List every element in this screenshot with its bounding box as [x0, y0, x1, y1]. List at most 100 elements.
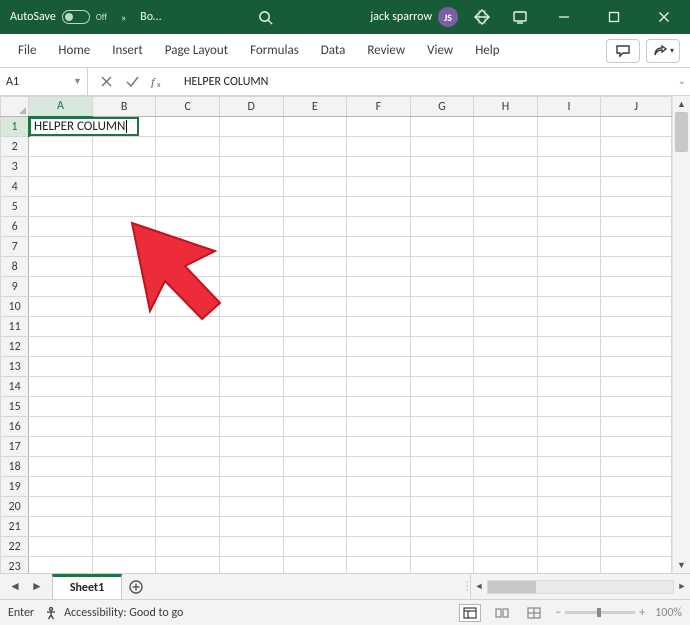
cell[interactable] [601, 517, 672, 537]
cell[interactable] [347, 257, 411, 277]
cell[interactable] [347, 217, 411, 237]
cell[interactable] [29, 377, 93, 397]
close-button[interactable] [644, 0, 684, 34]
cell[interactable] [537, 317, 601, 337]
cell[interactable] [410, 497, 474, 517]
cell[interactable] [283, 557, 347, 574]
cell[interactable] [410, 337, 474, 357]
cell[interactable] [474, 397, 538, 417]
cell[interactable] [29, 277, 93, 297]
cell[interactable] [601, 177, 672, 197]
cell[interactable] [601, 397, 672, 417]
column-header-D[interactable]: D [219, 97, 283, 117]
cell[interactable] [601, 297, 672, 317]
cell[interactable] [283, 277, 347, 297]
cell[interactable] [537, 477, 601, 497]
cell[interactable] [537, 417, 601, 437]
cell[interactable] [29, 397, 93, 417]
cell[interactable] [156, 497, 220, 517]
cell[interactable] [410, 277, 474, 297]
cell[interactable] [219, 297, 283, 317]
cell[interactable] [92, 377, 156, 397]
cell[interactable] [283, 337, 347, 357]
cell[interactable] [156, 157, 220, 177]
cell[interactable] [283, 497, 347, 517]
cell[interactable] [347, 297, 411, 317]
cell[interactable] [601, 317, 672, 337]
tab-file[interactable]: File [8, 34, 46, 67]
cell[interactable] [156, 217, 220, 237]
cell[interactable] [347, 537, 411, 557]
row-header-10[interactable]: 10 [1, 297, 29, 317]
cell[interactable] [219, 477, 283, 497]
cell[interactable] [156, 197, 220, 217]
tab-page-layout[interactable]: Page Layout [155, 34, 238, 67]
row-header-19[interactable]: 19 [1, 477, 29, 497]
cell[interactable] [92, 137, 156, 157]
cell[interactable] [156, 557, 220, 574]
cell[interactable] [474, 557, 538, 574]
cell[interactable] [601, 217, 672, 237]
cell[interactable] [219, 357, 283, 377]
cell[interactable] [219, 237, 283, 257]
zoom-slider[interactable] [565, 611, 635, 614]
cell[interactable] [537, 437, 601, 457]
cell[interactable] [219, 437, 283, 457]
cell[interactable] [410, 537, 474, 557]
cell[interactable] [92, 317, 156, 337]
cell[interactable] [156, 417, 220, 437]
cell[interactable] [601, 497, 672, 517]
cell[interactable] [410, 437, 474, 457]
cell[interactable] [347, 417, 411, 437]
cell[interactable] [29, 137, 93, 157]
cell[interactable] [156, 437, 220, 457]
chevron-down-icon[interactable]: ▼ [73, 76, 83, 87]
cell[interactable] [29, 477, 93, 497]
cell[interactable] [283, 297, 347, 317]
cell[interactable] [29, 537, 93, 557]
cell[interactable] [283, 457, 347, 477]
cell[interactable] [29, 177, 93, 197]
cell[interactable] [219, 137, 283, 157]
cell[interactable] [347, 377, 411, 397]
cell[interactable] [156, 377, 220, 397]
cell[interactable] [474, 317, 538, 337]
column-header-H[interactable]: H [474, 97, 538, 117]
cell[interactable] [410, 197, 474, 217]
scroll-down-icon[interactable]: ▼ [673, 557, 690, 573]
cell[interactable] [410, 417, 474, 437]
user-account[interactable]: jack sparrow JS [370, 7, 458, 27]
cell[interactable] [156, 537, 220, 557]
cell[interactable] [474, 497, 538, 517]
zoom-control[interactable]: − + 100% [555, 606, 682, 620]
cell[interactable] [156, 457, 220, 477]
cell[interactable] [474, 357, 538, 377]
cell[interactable] [29, 417, 93, 437]
row-header-20[interactable]: 20 [1, 497, 29, 517]
cell[interactable] [601, 337, 672, 357]
cell[interactable] [601, 197, 672, 217]
cell[interactable] [537, 177, 601, 197]
premium-icon[interactable] [468, 3, 496, 31]
cell[interactable] [92, 157, 156, 177]
row-header-2[interactable]: 2 [1, 137, 29, 157]
cell[interactable] [410, 157, 474, 177]
cell[interactable] [29, 337, 93, 357]
tab-insert[interactable]: Insert [102, 34, 153, 67]
column-header-C[interactable]: C [156, 97, 220, 117]
cell[interactable] [29, 557, 93, 574]
row-header-14[interactable]: 14 [1, 377, 29, 397]
cell[interactable] [601, 377, 672, 397]
row-header-3[interactable]: 3 [1, 157, 29, 177]
cell[interactable] [601, 477, 672, 497]
cell[interactable] [537, 257, 601, 277]
normal-view-button[interactable] [459, 604, 481, 622]
cell[interactable] [29, 237, 93, 257]
cell[interactable] [474, 137, 538, 157]
cell[interactable] [474, 117, 538, 137]
row-header-23[interactable]: 23 [1, 557, 29, 574]
cell[interactable] [601, 277, 672, 297]
row-header-13[interactable]: 13 [1, 357, 29, 377]
scroll-up-icon[interactable]: ▲ [673, 96, 690, 112]
column-header-F[interactable]: F [347, 97, 411, 117]
